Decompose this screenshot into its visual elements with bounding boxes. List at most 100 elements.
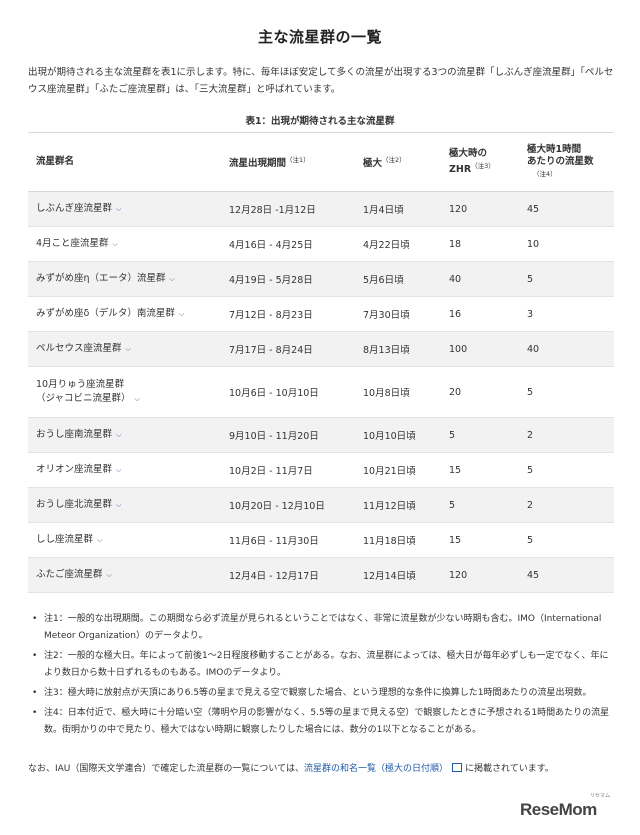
cell-zhr: 5 (441, 487, 519, 523)
shower-name-alt[interactable]: （ジャコビニ流星群） (36, 393, 131, 404)
note-item: 注3：極大時に放射点が天頂にあり6.5等の星まで見える空で観察した場合、という理… (32, 685, 612, 702)
chevron-down-icon[interactable]: ⌵ (116, 466, 121, 474)
cell-peak: 1月4日頃 (355, 191, 441, 227)
cell-peak: 10月8日頃 (355, 366, 441, 418)
cell-peak: 8月13日頃 (355, 331, 441, 367)
header-zhr: 極大時の ZHR（注3） (441, 132, 519, 192)
shower-name[interactable]: しぶんぎ座流星群 (36, 203, 112, 214)
cell-zhr: 15 (441, 522, 519, 558)
cell-zhr: 16 (441, 296, 519, 332)
cell-name[interactable]: ペルセウス座流星群 ⌵ (28, 331, 221, 367)
chevron-down-icon[interactable]: ⌵ (116, 501, 121, 509)
cell-rate: 45 (519, 191, 614, 227)
cell-peak: 7月30日頃 (355, 296, 441, 332)
resemom-logo: ReseMom (520, 800, 597, 819)
note-item: 注1：一般的な出現期間。この期間なら必ず流星が見られるということではなく、非常に… (32, 611, 612, 645)
cell-zhr: 120 (441, 191, 519, 227)
cell-rate: 40 (519, 331, 614, 367)
cell-zhr: 18 (441, 226, 519, 262)
cell-rate: 2 (519, 417, 614, 453)
cell-zhr: 20 (441, 366, 519, 418)
footer-text: なお、IAU（国際天文学連合）で確定した流星群の一覧については、流星群の和名一覧… (28, 762, 618, 776)
shower-name[interactable]: みずがめ座η（エータ）流星群 (36, 273, 166, 284)
chevron-down-icon[interactable]: ⌵ (116, 431, 121, 439)
header-name: 流星群名 (28, 132, 221, 192)
cell-period: 11月6日 - 11月30日 (221, 522, 355, 558)
table-row[interactable]: オリオン座流星群 ⌵ 10月2日 - 11月7日 10月21日頃 15 5 (28, 452, 614, 488)
shower-name[interactable]: 10月りゅう座流星群 (36, 379, 124, 390)
cell-name[interactable]: 10月りゅう座流星群 （ジャコビニ流星群） ⌵ (28, 366, 221, 418)
table-header-row: 流星群名 流星出現期間（注1） 極大（注2） 極大時の ZHR（注3） 極大時1時… (28, 132, 614, 192)
table-row[interactable]: みずがめ座δ（デルタ）南流星群 ⌵ 7月12日 - 8月23日 7月30日頃 16 3 (28, 296, 614, 332)
table-row[interactable]: 10月りゅう座流星群 （ジャコビニ流星群） ⌵ 10月6日 - 10月10日 10月8日… (28, 366, 614, 418)
page-title: 主な流星群の一覧 (257, 28, 382, 46)
resemom-logo-ruby: リセマム (590, 793, 611, 799)
table-row[interactable]: 4月こと座流星群 ⌵ 4月16日 - 4月25日 4月22日頃 18 10 (28, 226, 614, 262)
cell-peak: 4月22日頃 (355, 226, 441, 262)
table-body: しぶんぎ座流星群 ⌵ 12月28日 -1月12日 1月4日頃 120 45 4月こと座流星群… (28, 191, 614, 593)
cell-zhr: 40 (441, 261, 519, 297)
shower-name[interactable]: みずがめ座δ（デルタ）南流星群 (36, 308, 175, 319)
cell-name[interactable]: ふたご座流星群 ⌵ (28, 557, 221, 593)
cell-peak: 10月10日頃 (355, 417, 441, 453)
cell-period: 12月4日 - 12月17日 (221, 557, 355, 593)
cell-period: 10月20日 - 12月10日 (221, 487, 355, 523)
cell-name[interactable]: オリオン座流星群 ⌵ (28, 452, 221, 488)
cell-period: 4月19日 - 5月28日 (221, 261, 355, 297)
cell-name[interactable]: 4月こと座流星群 ⌵ (28, 226, 221, 262)
header-peak: 極大（注2） (355, 132, 441, 192)
cell-peak: 5月6日頃 (355, 261, 441, 297)
intro-paragraph: 出現が期待される主な流星群を表1に示します。特に、毎年ほぼ安定して多くの流星が出… (28, 67, 614, 95)
chevron-down-icon[interactable]: ⌵ (170, 275, 175, 283)
table-row[interactable]: ペルセウス座流星群 ⌵ 7月17日 - 8月24日 8月13日頃 100 40 (28, 331, 614, 367)
external-link-icon[interactable] (451, 763, 462, 772)
table-row[interactable]: おうし座南流星群 ⌵ 9月10日 - 11月20日 10月10日頃 5 2 (28, 417, 614, 453)
cell-name[interactable]: おうし座北流星群 ⌵ (28, 487, 221, 523)
table-row[interactable]: みずがめ座η（エータ）流星群 ⌵ 4月19日 - 5月28日 5月6日頃 40 5 (28, 261, 614, 297)
chevron-down-icon[interactable]: ⌵ (107, 571, 112, 579)
meteor-shower-table: 流星群名 流星出現期間（注1） 極大（注2） 極大時の ZHR（注3） 極大時1時… (28, 132, 614, 593)
cell-period: 10月2日 - 11月7日 (221, 452, 355, 488)
cell-name[interactable]: みずがめ座δ（デルタ）南流星群 ⌵ (28, 296, 221, 332)
cell-rate: 45 (519, 557, 614, 593)
cell-period: 7月17日 - 8月24日 (221, 331, 355, 367)
table-row[interactable]: しぶんぎ座流星群 ⌵ 12月28日 -1月12日 1月4日頃 120 45 (28, 191, 614, 227)
shower-name[interactable]: ふたご座流星群 (36, 569, 103, 580)
note-item: 注2：一般的な極大日。年によって前後1～2日程度移動することがある。なお、流星群… (32, 648, 612, 682)
shower-name[interactable]: おうし座南流星群 (36, 429, 112, 440)
shower-name[interactable]: ペルセウス座流星群 (36, 343, 122, 354)
peak-note-ref: （注2） (382, 155, 406, 164)
cell-zhr: 15 (441, 452, 519, 488)
shower-name[interactable]: しし座流星群 (36, 534, 93, 545)
chevron-down-icon[interactable]: ⌵ (179, 310, 184, 318)
cell-rate: 5 (519, 366, 614, 418)
table-row[interactable]: しし座流星群 ⌵ 11月6日 - 11月30日 11月18日頃 15 5 (28, 522, 614, 558)
cell-rate: 10 (519, 226, 614, 262)
cell-peak: 10月21日頃 (355, 452, 441, 488)
chevron-down-icon[interactable]: ⌵ (97, 536, 102, 544)
table-row[interactable]: ふたご座流星群 ⌵ 12月4日 - 12月17日 12月14日頃 120 45 (28, 557, 614, 593)
shower-name[interactable]: 4月こと座流星群 (36, 238, 109, 249)
zhr-note-ref: （注3） (471, 161, 495, 170)
table-row[interactable]: おうし座北流星群 ⌵ 10月20日 - 12月10日 11月12日頃 5 2 (28, 487, 614, 523)
chevron-down-icon[interactable]: ⌵ (126, 345, 131, 353)
cell-peak: 11月12日頃 (355, 487, 441, 523)
notes-list: 注1：一般的な出現期間。この期間なら必ず流星が見られるということではなく、非常に… (32, 611, 612, 742)
cell-period: 10月6日 - 10月10日 (221, 366, 355, 418)
cell-name[interactable]: みずがめ座η（エータ）流星群 ⌵ (28, 261, 221, 297)
cell-name[interactable]: おうし座南流星群 ⌵ (28, 417, 221, 453)
chevron-down-icon[interactable]: ⌵ (116, 205, 121, 213)
footer-text-before: なお、IAU（国際天文学連合）で確定した流星群の一覧については、 (28, 764, 304, 774)
shower-name[interactable]: おうし座北流星群 (36, 499, 112, 510)
header-period: 流星出現期間（注1） (221, 132, 355, 192)
rate-note-ref: （注4） (533, 170, 557, 178)
cell-rate: 5 (519, 452, 614, 488)
meteor-names-link[interactable]: 流星群の和名一覧（極大の日付順） (304, 764, 448, 774)
cell-zhr: 5 (441, 417, 519, 453)
chevron-down-icon[interactable]: ⌵ (135, 395, 140, 403)
chevron-down-icon[interactable]: ⌵ (113, 240, 118, 248)
shower-name[interactable]: オリオン座流星群 (36, 464, 112, 475)
cell-rate: 5 (519, 522, 614, 558)
cell-name[interactable]: しし座流星群 ⌵ (28, 522, 221, 558)
cell-name[interactable]: しぶんぎ座流星群 ⌵ (28, 191, 221, 227)
